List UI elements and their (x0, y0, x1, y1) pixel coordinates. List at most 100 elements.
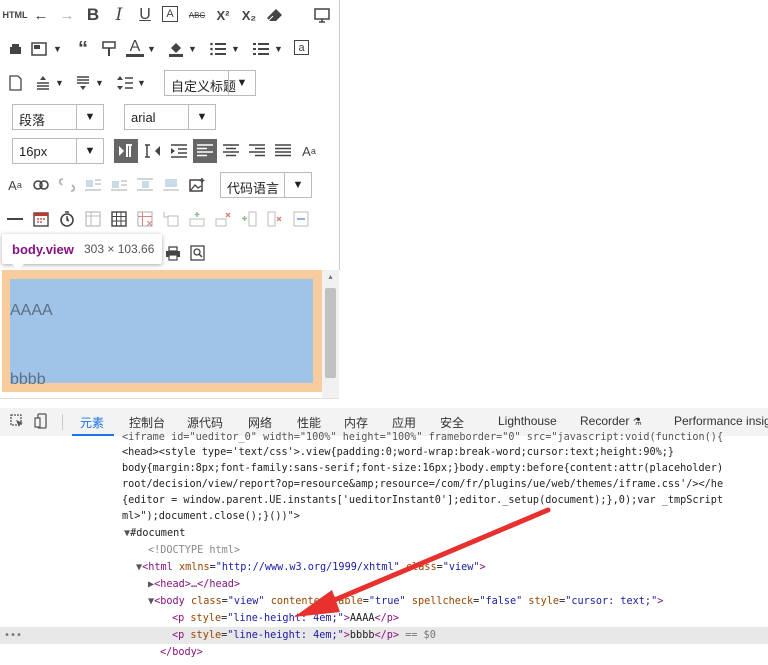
more-options-icon[interactable]: ••• (4, 627, 22, 644)
font-border-icon[interactable]: A (162, 6, 178, 22)
indent-icon[interactable] (170, 142, 188, 160)
chevron-down-icon[interactable]: ▼ (53, 44, 62, 54)
insert-row-icon[interactable] (188, 210, 206, 228)
dom-line-paragraph-selected[interactable]: <p style="line-height: 4em;">bbbb</p> ==… (172, 627, 436, 644)
font-size-select[interactable]: 16px ▼ (12, 138, 104, 164)
undo-icon[interactable]: ← (32, 6, 50, 24)
paste-plain-icon[interactable] (6, 40, 24, 58)
tab-divider (62, 414, 63, 430)
subscript-icon[interactable]: X₂ (240, 6, 258, 24)
dom-line-paragraph[interactable]: <p style="line-height: 4em;">AAAA</p> (172, 610, 399, 627)
eraser-icon[interactable] (266, 6, 284, 24)
delete-column-icon[interactable] (266, 210, 284, 228)
align-center-icon[interactable] (222, 142, 240, 160)
chevron-down-icon[interactable]: ▼ (55, 78, 64, 88)
link-icon[interactable] (32, 176, 50, 194)
chevron-down-icon[interactable]: ▼ (137, 78, 146, 88)
insert-paragraph-before-table-icon[interactable] (162, 210, 180, 228)
dom-line-doctype[interactable]: <!DOCTYPE html> (148, 542, 240, 559)
tab-lighthouse[interactable]: Lighthouse (498, 414, 557, 428)
code-language-select[interactable]: 代码语言 ▼ (220, 172, 312, 198)
table-properties-icon[interactable] (84, 210, 102, 228)
flask-icon: ⚗ (632, 417, 642, 428)
chevron-down-icon[interactable]: ▼ (231, 44, 240, 54)
image-right-icon[interactable] (136, 176, 154, 194)
tab-performance-insights[interactable]: Performance insig (674, 414, 768, 428)
dom-line[interactable]: root/decision/view/report?op=resource&am… (122, 476, 723, 493)
strikethrough-icon[interactable]: ABC (188, 6, 206, 24)
horizontal-rule-icon[interactable] (6, 210, 24, 228)
font-color-icon[interactable]: A (126, 38, 144, 57)
insert-table-icon[interactable] (110, 210, 128, 228)
dom-line[interactable]: {editor = window.parent.UE.instants['ued… (122, 492, 723, 509)
chevron-down-icon[interactable]: ▼ (274, 44, 283, 54)
paragraph-spacing-top-icon[interactable] (34, 74, 52, 92)
time-icon[interactable] (58, 210, 76, 228)
custom-heading-select[interactable]: 自定义标题 ▼ (164, 70, 256, 96)
unordered-list-icon[interactable] (252, 40, 270, 58)
chevron-down-icon: ▼ (76, 139, 103, 163)
editor-toolbar: HTML ← → B I U A ABC X² X₂ ▼ “ A ▼ ▼ ▼ ▼… (0, 0, 340, 270)
insert-column-icon[interactable] (240, 210, 258, 228)
dom-line-body-close[interactable]: </body> (160, 644, 203, 661)
tab-elements[interactable]: 元素 (80, 414, 104, 431)
editor-paragraph[interactable]: AAAA (10, 302, 53, 320)
delete-table-icon[interactable] (136, 210, 154, 228)
dom-line[interactable]: body{margin:8px;font-family:sans-serif;f… (122, 460, 723, 477)
ordered-list-icon[interactable] (209, 40, 227, 58)
merge-cells-icon[interactable] (292, 210, 310, 228)
chevron-down-icon: ▼ (188, 105, 215, 129)
editor-body[interactable] (10, 279, 313, 383)
align-left-icon[interactable] (193, 139, 217, 163)
dom-line[interactable]: <head><style type='text/css'>.view{paddi… (122, 444, 674, 461)
line-height-icon[interactable] (116, 74, 134, 92)
image-center-icon[interactable] (162, 176, 180, 194)
preview-icon[interactable] (188, 244, 206, 262)
dom-line-html[interactable]: ▼<html xmlns="http://www.w3.org/1999/xht… (136, 559, 486, 576)
device-toolbar-icon[interactable] (34, 413, 50, 434)
tooltip-element-name: body.view (12, 242, 74, 257)
scroll-thumb[interactable] (325, 288, 336, 378)
align-justify-icon[interactable] (274, 142, 292, 160)
direction-rtl-icon[interactable] (144, 142, 162, 160)
bold-icon[interactable]: B (84, 5, 102, 24)
dom-line-head[interactable]: ▶<head>…</head> (148, 576, 240, 593)
redo-icon[interactable]: → (58, 6, 76, 24)
dom-line[interactable]: ml>");document.close();}())"> (122, 508, 300, 525)
date-icon[interactable] (32, 210, 50, 228)
image-left-icon[interactable] (110, 176, 128, 194)
dom-line-document[interactable]: ▼#document (124, 525, 185, 542)
unlink-icon[interactable] (58, 176, 76, 194)
template-icon[interactable] (30, 40, 48, 58)
chevron-down-icon[interactable]: ▼ (95, 78, 104, 88)
underline-icon[interactable]: U (136, 6, 154, 24)
chevron-down-icon[interactable]: ▼ (188, 44, 197, 54)
editor-paragraph[interactable]: bbbb (10, 371, 46, 389)
direction-ltr-icon[interactable] (114, 139, 138, 163)
superscript-icon[interactable]: X² (214, 6, 232, 24)
paragraph-format-select[interactable]: 段落 ▼ (12, 104, 104, 130)
align-right-icon[interactable] (248, 142, 266, 160)
scroll-up-icon[interactable]: ▲ (327, 274, 334, 281)
print-icon[interactable] (164, 244, 182, 262)
format-painter-icon[interactable] (100, 40, 118, 58)
background-color-icon[interactable] (167, 40, 185, 58)
delete-row-icon[interactable] (214, 210, 232, 228)
dom-line-body[interactable]: ▼<body class="view" contenteditable="tru… (148, 593, 663, 610)
font-family-select[interactable]: arial ▼ (124, 104, 216, 130)
editor-scrollbar[interactable]: ▲ (322, 270, 339, 398)
letter-case-icon[interactable]: Aa (6, 176, 24, 194)
italic-icon[interactable]: I (110, 5, 128, 25)
text-transform-icon[interactable]: Aa (300, 142, 318, 160)
chevron-down-icon[interactable]: ▼ (147, 44, 156, 54)
fullscreen-icon[interactable] (313, 6, 331, 24)
insert-image-icon[interactable] (188, 176, 206, 194)
tab-recorder[interactable]: Recorder ⚗ (580, 414, 642, 428)
html-source-icon[interactable]: HTML (3, 6, 28, 24)
new-document-icon[interactable] (6, 74, 24, 92)
select-all-icon[interactable]: a (294, 40, 309, 55)
paragraph-spacing-bottom-icon[interactable] (74, 74, 92, 92)
inspect-element-icon[interactable] (10, 414, 24, 433)
image-none-icon[interactable] (84, 176, 102, 194)
blockquote-icon[interactable]: “ (74, 38, 92, 60)
